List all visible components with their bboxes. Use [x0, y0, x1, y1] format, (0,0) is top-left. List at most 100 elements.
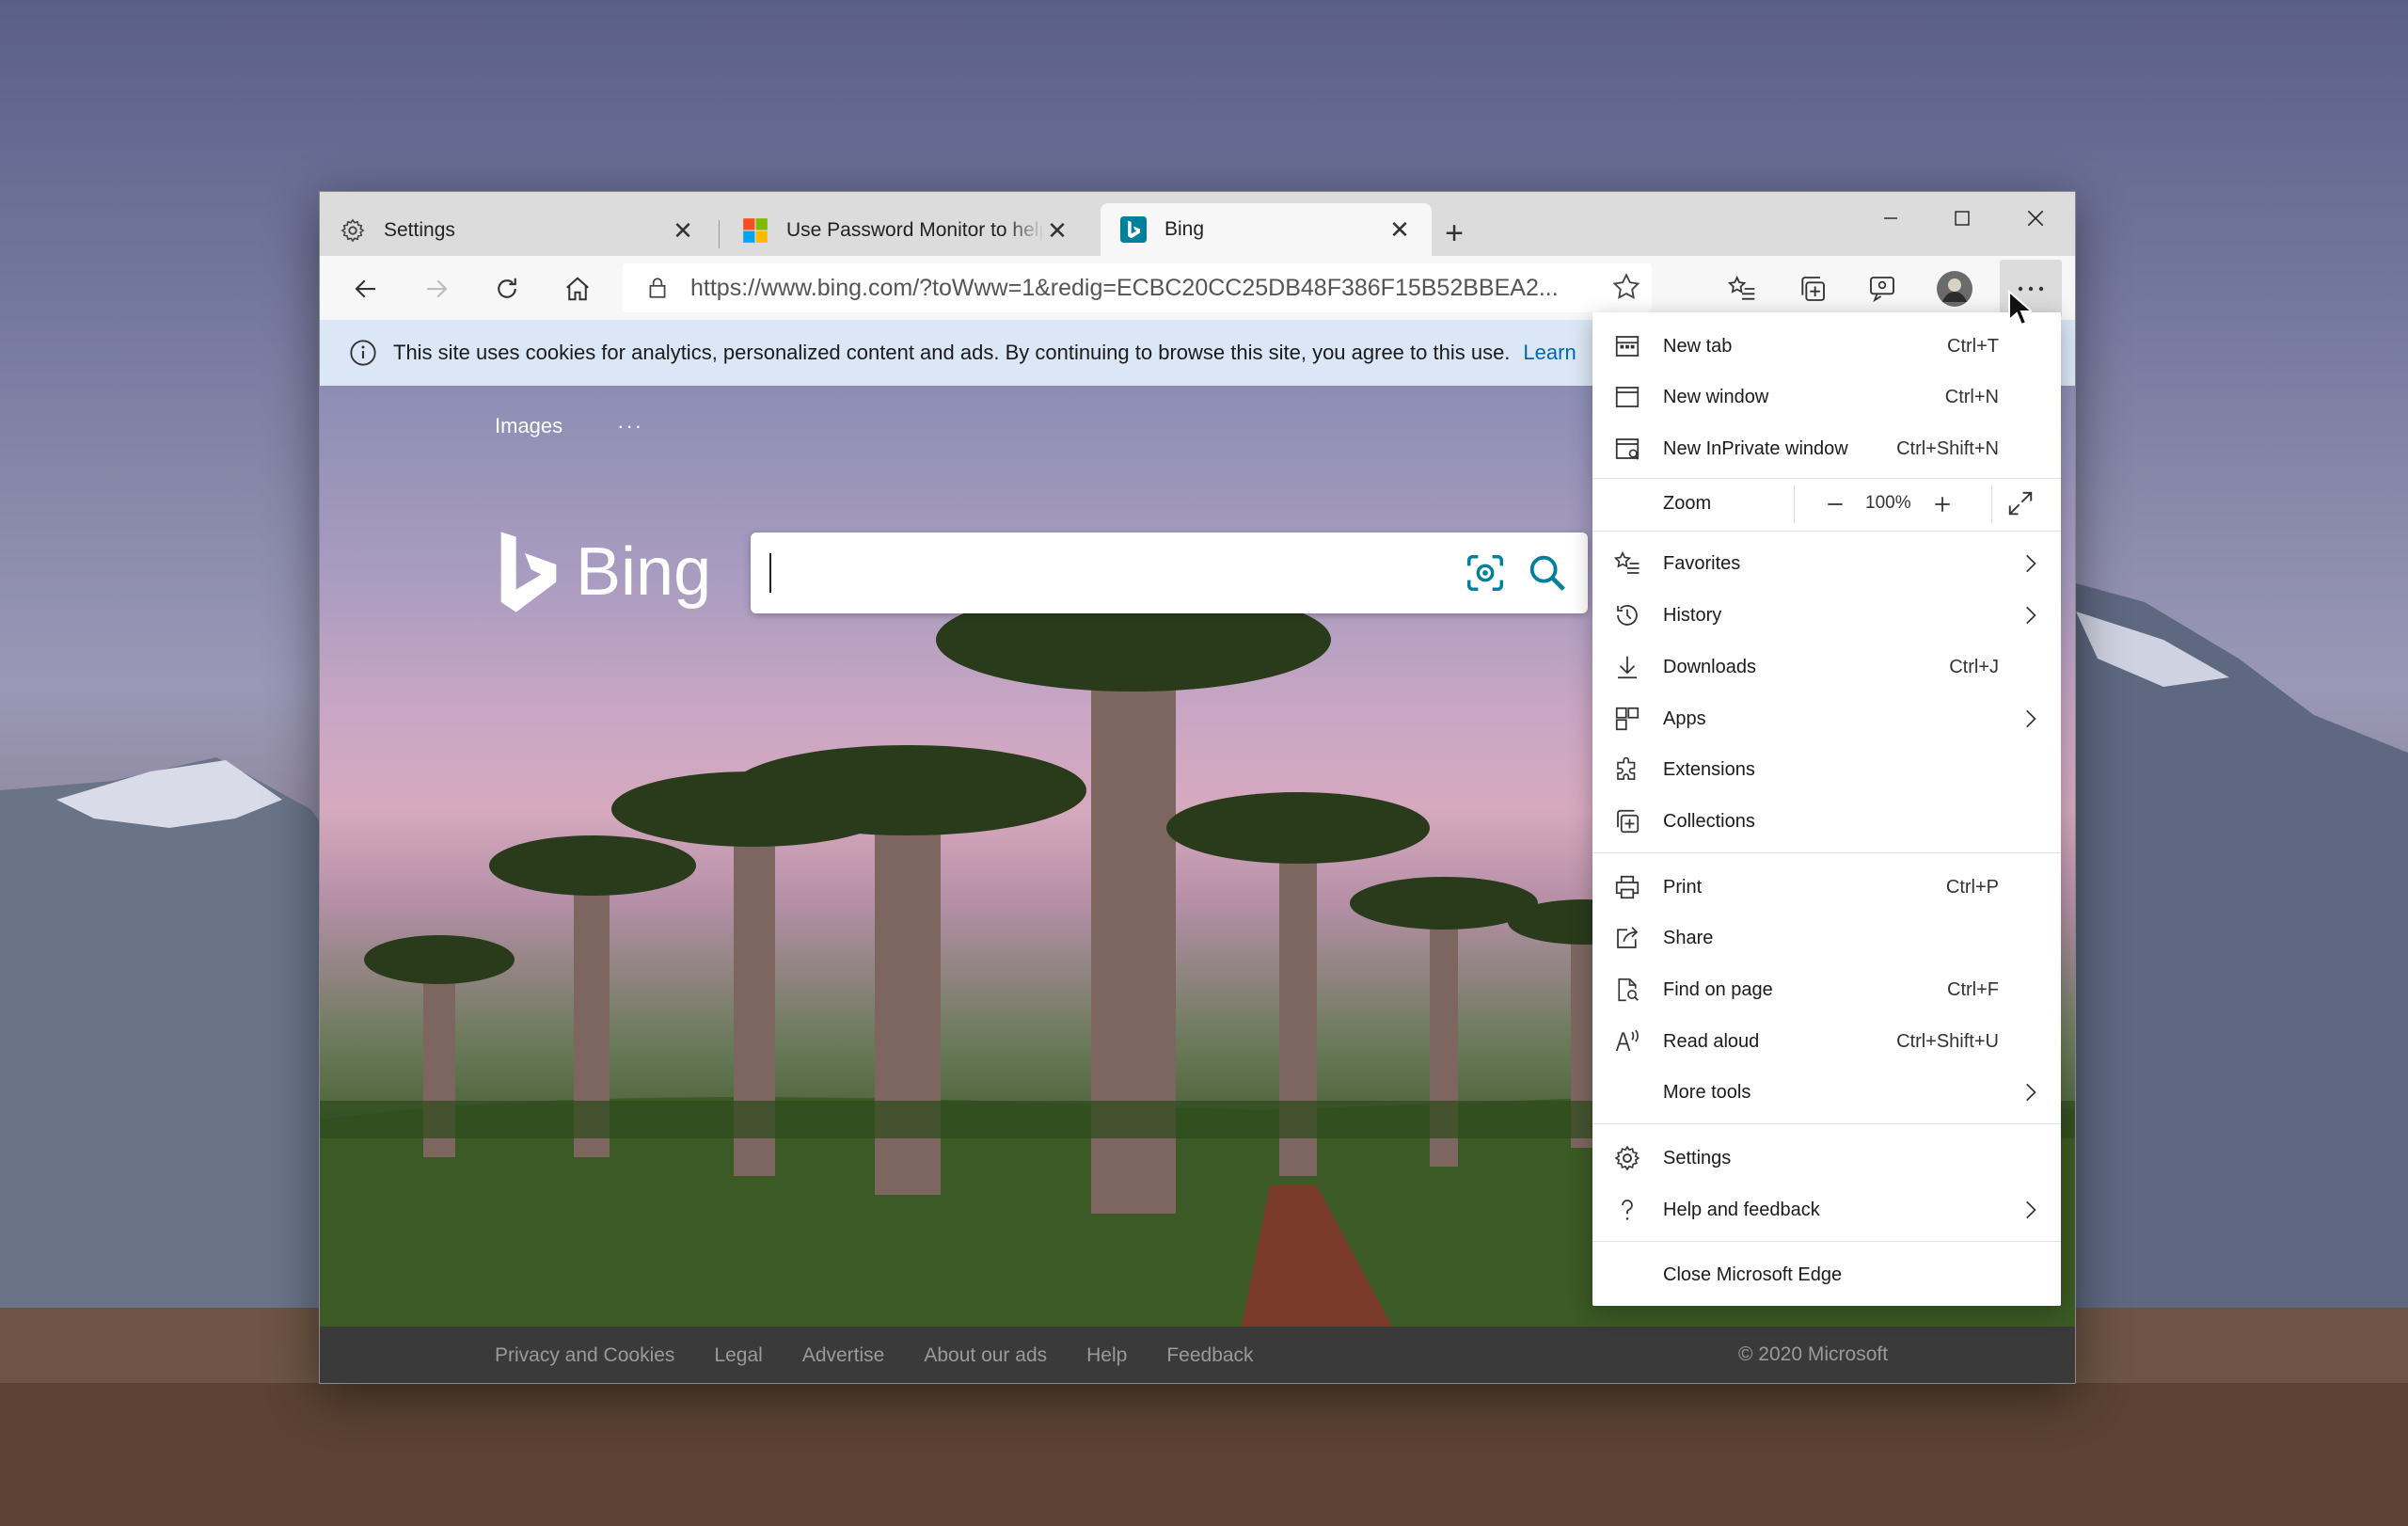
- menu-shortcut: Ctrl+F: [1947, 978, 1999, 1000]
- read-aloud-icon: [1613, 1027, 1641, 1056]
- menu-item-close-edge[interactable]: Close Microsoft Edge: [1592, 1249, 2061, 1300]
- menu-item-new-inprivate-window[interactable]: New InPrivate window Ctrl+Shift+N: [1592, 423, 2061, 474]
- avatar[interactable]: [1931, 265, 1978, 312]
- address-bar[interactable]: https://www.bing.com/?toWww=1&redig=ECBC…: [623, 263, 1652, 312]
- footer-link-feedback[interactable]: Feedback: [1166, 1344, 1253, 1367]
- menu-item-help-and-feedback[interactable]: Help and feedback: [1592, 1184, 2061, 1235]
- mouse-cursor-icon: [2007, 290, 2032, 327]
- feedback-icon[interactable]: [1859, 265, 1906, 312]
- forward-icon[interactable]: [413, 265, 460, 312]
- back-icon[interactable]: [342, 265, 389, 312]
- menu-label: Apps: [1663, 707, 1706, 729]
- footer-link-help[interactable]: Help: [1086, 1344, 1127, 1367]
- menu-shortcut: Ctrl+N: [1944, 386, 1999, 407]
- footer-link-legal[interactable]: Legal: [714, 1344, 762, 1367]
- url-text[interactable]: https://www.bing.com/?toWww=1&redig=ECBC…: [690, 275, 1612, 302]
- menu-shortcut: Ctrl+T: [1947, 335, 1999, 357]
- menu-item-favorites[interactable]: Favorites: [1592, 538, 2061, 589]
- footer-link-advertise[interactable]: Advertise: [802, 1344, 885, 1367]
- close-window-icon[interactable]: [2000, 192, 2071, 245]
- menu-item-more-tools[interactable]: More tools: [1592, 1067, 2061, 1118]
- nav-images-link[interactable]: Images: [495, 414, 562, 438]
- infobar-message: This site uses cookies for analytics, pe…: [393, 341, 1511, 364]
- menu-shortcut: Ctrl+P: [1945, 876, 1999, 898]
- tab-title: Use Password Monitor to help pro: [786, 219, 1044, 241]
- search-icon[interactable]: [1526, 551, 1569, 595]
- zoom-separator: [1991, 485, 1992, 523]
- footer-link-about-ads[interactable]: About our ads: [924, 1344, 1047, 1367]
- home-icon[interactable]: [554, 265, 601, 312]
- new-window-icon: [1613, 383, 1641, 411]
- share-icon: [1613, 924, 1641, 952]
- menu-item-new-tab[interactable]: New tab Ctrl+T: [1592, 321, 2061, 372]
- menu-item-apps[interactable]: Apps: [1592, 693, 2061, 744]
- menu-divider: [1592, 1241, 2061, 1242]
- zoom-separator: [1794, 485, 1795, 523]
- menu-item-downloads[interactable]: Downloads Ctrl+J: [1592, 642, 2061, 692]
- favorites-icon[interactable]: [1719, 265, 1766, 312]
- zoom-out-button[interactable]: [1814, 484, 1856, 525]
- menu-item-extensions[interactable]: Extensions: [1592, 744, 2061, 795]
- close-icon[interactable]: ✕: [670, 216, 696, 245]
- find-icon: [1613, 976, 1641, 1004]
- chevron-right-icon: [2018, 603, 2042, 628]
- menu-label: New InPrivate window: [1663, 437, 1848, 459]
- bing-b-icon: [499, 529, 559, 615]
- bing-logo: Bing: [499, 529, 711, 615]
- chevron-right-icon: [2018, 1080, 2042, 1105]
- new-tab-icon: [1613, 332, 1641, 360]
- tab-title: Bing: [1164, 218, 1205, 240]
- menu-item-history[interactable]: History: [1592, 590, 2061, 641]
- maximize-icon[interactable]: [1926, 192, 1998, 245]
- settings-and-more-menu: New tab Ctrl+T New window Ctrl+N New InP…: [1592, 312, 2061, 1306]
- download-icon: [1613, 653, 1641, 681]
- lock-icon[interactable]: [645, 275, 670, 301]
- search-input[interactable]: [751, 533, 1588, 613]
- menu-item-share[interactable]: Share: [1592, 913, 2061, 963]
- menu-label: More tools: [1663, 1081, 1751, 1103]
- print-icon: [1613, 873, 1641, 901]
- minimize-icon[interactable]: [1855, 192, 1926, 245]
- tab-bing[interactable]: Bing ✕: [1101, 203, 1432, 256]
- menu-item-new-window[interactable]: New window Ctrl+N: [1592, 372, 2061, 422]
- tab-separator: [719, 220, 720, 248]
- menu-label: Close Microsoft Edge: [1663, 1264, 1843, 1285]
- menu-label: Read aloud: [1663, 1030, 1760, 1052]
- favorites-icon: [1613, 549, 1641, 578]
- new-tab-button[interactable]: +: [1434, 213, 1475, 254]
- info-icon: [348, 338, 378, 368]
- nav-more-link[interactable]: ···: [617, 414, 643, 438]
- bing-wordmark: Bing: [576, 534, 712, 610]
- menu-item-read-aloud[interactable]: Read aloud Ctrl+Shift+U: [1592, 1016, 2061, 1067]
- gear-icon: [1613, 1144, 1641, 1172]
- menu-item-settings[interactable]: Settings: [1592, 1133, 2061, 1184]
- zoom-in-button[interactable]: [1922, 484, 1963, 525]
- menu-item-print[interactable]: Print Ctrl+P: [1592, 862, 2061, 913]
- refresh-icon[interactable]: [483, 265, 531, 312]
- tab-settings[interactable]: Settings ✕: [320, 205, 715, 256]
- menu-item-find-on-page[interactable]: Find on page Ctrl+F: [1592, 964, 2061, 1015]
- menu-label: Downloads: [1663, 656, 1756, 677]
- learn-more-link[interactable]: Learn: [1523, 341, 1576, 365]
- menu-label: Favorites: [1663, 552, 1741, 574]
- zoom-label: Zoom: [1663, 493, 1712, 514]
- gear-icon: [339, 216, 367, 245]
- visual-search-icon[interactable]: [1464, 551, 1507, 595]
- close-icon[interactable]: ✕: [1044, 216, 1070, 245]
- menu-label: Extensions: [1663, 758, 1755, 780]
- menu-label: Print: [1663, 876, 1703, 898]
- menu-divider: [1592, 531, 2061, 532]
- chevron-right-icon: [2018, 1198, 2042, 1222]
- inprivate-icon: [1613, 435, 1641, 463]
- menu-label: Find on page: [1663, 978, 1773, 1000]
- menu-shortcut: Ctrl+Shift+N: [1896, 437, 1999, 459]
- footer-link-privacy[interactable]: Privacy and Cookies: [495, 1344, 674, 1367]
- tab-password-monitor[interactable]: Use Password Monitor to help pro ✕: [722, 205, 1089, 256]
- menu-item-collections[interactable]: Collections: [1592, 796, 2061, 847]
- menu-label: Share: [1663, 927, 1714, 948]
- close-icon[interactable]: ✕: [1386, 215, 1413, 244]
- zoom-value: 100%: [1865, 493, 1911, 513]
- collections-icon[interactable]: [1789, 265, 1836, 312]
- favorite-star-icon[interactable]: [1610, 271, 1642, 303]
- fullscreen-icon[interactable]: [2006, 489, 2035, 517]
